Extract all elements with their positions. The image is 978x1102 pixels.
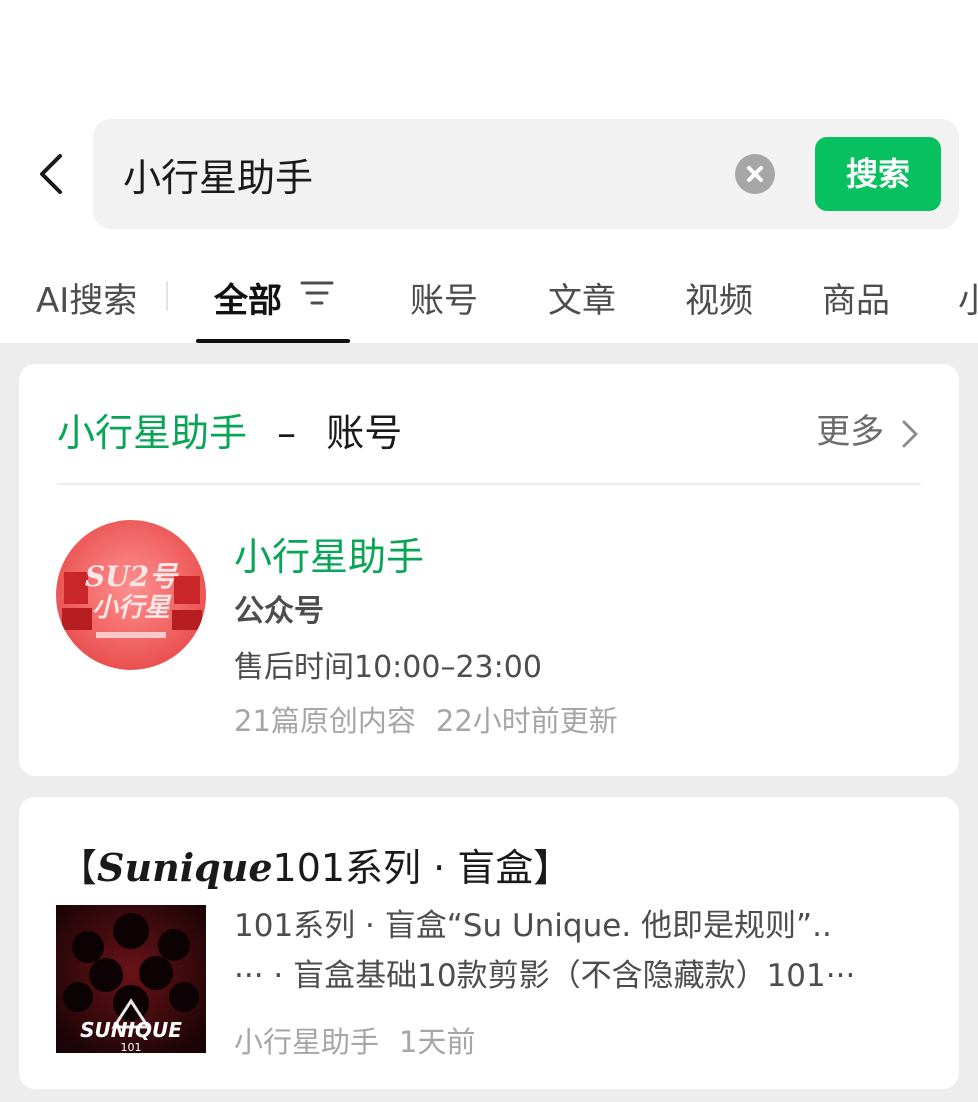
- account-kind: 公众号: [234, 594, 324, 629]
- section-query: 小行星助手: [57, 411, 248, 455]
- article-time: 1天前: [399, 1025, 476, 1059]
- more-label: 更多: [816, 412, 885, 452]
- article-result-card[interactable]: 【Sunique101系列 · 盲盒】 SUNIQUE 101 101系列 · …: [19, 797, 959, 1089]
- search-input[interactable]: [123, 149, 713, 199]
- section-type: 账号: [326, 411, 403, 455]
- title-bracket: 【: [59, 846, 98, 890]
- filter-icon[interactable]: [300, 278, 334, 308]
- article-thumbnail[interactable]: SUNIQUE 101: [56, 905, 206, 1053]
- article-meta: 小行星助手 1天前: [234, 1019, 475, 1061]
- divider: [57, 483, 921, 485]
- article-count: 21篇原创内容: [234, 704, 416, 738]
- clear-button[interactable]: [735, 154, 775, 194]
- section-title: 小行星助手 – 账号: [57, 402, 402, 457]
- title-brand: Sunique: [97, 845, 273, 890]
- thumbnail-brand-text: SUNIQUE: [80, 1018, 182, 1042]
- tab-products[interactable]: 商品: [822, 273, 890, 322]
- more-link[interactable]: 更多: [816, 404, 919, 453]
- svg-text:小行星: 小行星: [92, 593, 172, 623]
- account-result-card: 小行星助手 – 账号 更多 SU2号 小行星 小行星助手 公众号 售后时间10:…: [19, 364, 959, 776]
- tab-divider: [166, 281, 168, 311]
- back-button[interactable]: [30, 150, 74, 198]
- tab-accounts[interactable]: 账号: [410, 273, 478, 322]
- tab-ai-search[interactable]: AI搜索: [36, 273, 137, 322]
- active-tab-indicator: [196, 339, 350, 343]
- avatar-text: SU2号: [85, 560, 179, 593]
- close-icon: [747, 166, 763, 182]
- article-snippet: 101系列 · 盲盒“Su Unique. 他即是规则”.. ··· · 盲盒基…: [234, 901, 914, 1001]
- chevron-right-icon: [902, 420, 918, 447]
- search-box: 搜索: [93, 119, 959, 229]
- chevron-left-icon: [40, 154, 62, 194]
- search-button[interactable]: 搜索: [815, 137, 941, 211]
- account-description: 售后时间10:00–23:00: [234, 650, 542, 685]
- tab-articles[interactable]: 文章: [548, 273, 616, 322]
- thumbnail-image: SUNIQUE 101: [56, 905, 206, 1053]
- snippet-line: ··· · 盲盒基础10款剪影（不含隐藏款）101···: [234, 958, 856, 994]
- tab-all[interactable]: 全部: [214, 273, 282, 322]
- title-rest: 101系列 · 盲盒】: [272, 846, 572, 890]
- article-source[interactable]: 小行星助手: [234, 1025, 379, 1059]
- account-name[interactable]: 小行星助手: [234, 526, 424, 581]
- account-meta: 21篇原创内容 22小时前更新: [234, 698, 618, 740]
- tab-bar: AI搜索 全部 账号 文章 视频 商品 小: [0, 255, 978, 343]
- tab-videos[interactable]: 视频: [685, 273, 753, 322]
- search-header: 搜索 AI搜索 全部 账号 文章 视频 商品 小: [0, 0, 978, 343]
- update-time: 22小时前更新: [435, 704, 618, 738]
- svg-text:101: 101: [121, 1041, 142, 1053]
- account-avatar[interactable]: SU2号 小行星: [56, 520, 206, 670]
- tab-more-partial[interactable]: 小: [958, 273, 978, 322]
- avatar-image: SU2号 小行星: [56, 520, 206, 670]
- snippet-line: 101系列 · 盲盒“Su Unique. 他即是规则”..: [234, 908, 832, 944]
- article-title[interactable]: 【Sunique101系列 · 盲盒】: [59, 837, 571, 892]
- section-dash: –: [277, 411, 297, 455]
